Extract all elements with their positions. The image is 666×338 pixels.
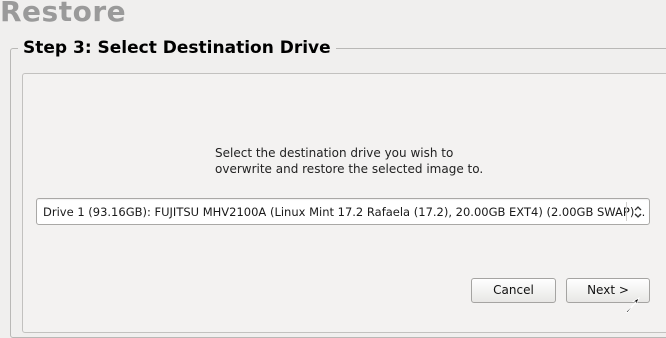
cancel-button[interactable]: Cancel (471, 278, 556, 303)
step-title: Step 3: Select Destination Drive (18, 36, 336, 60)
instruction-line-2: overwrite and restore the selected image… (215, 162, 484, 176)
mouse-pointer-icon (625, 297, 640, 313)
drive-select-value: Drive 1 (93.16GB): FUJITSU MHV2100A (Lin… (43, 205, 646, 219)
updown-chevron-icon (634, 206, 642, 218)
instruction-text: Select the destination drive you wish to… (215, 145, 483, 177)
select-divider (626, 202, 627, 221)
destination-drive-select[interactable]: Drive 1 (93.16GB): FUJITSU MHV2100A (Lin… (36, 198, 650, 225)
page-title: Restore (0, 0, 127, 28)
instruction-line-1: Select the destination drive you wish to (215, 146, 454, 160)
